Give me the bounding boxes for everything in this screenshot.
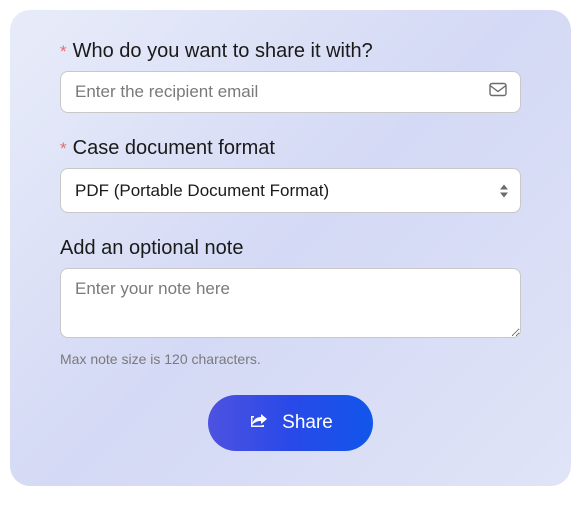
recipient-group: * Who do you want to share it with? (60, 40, 521, 113)
share-button-label: Share (282, 412, 333, 434)
note-helper-text: Max note size is 120 characters. (60, 351, 521, 367)
format-group: * Case document format PDF (Portable Doc… (60, 137, 521, 213)
share-form-card: * Who do you want to share it with? * Ca… (10, 10, 571, 486)
recipient-input-wrapper (60, 71, 521, 113)
recipient-email-input[interactable] (60, 71, 521, 113)
note-label: Add an optional note (60, 237, 244, 260)
share-button[interactable]: Share (208, 395, 373, 451)
button-row: Share (60, 395, 521, 451)
note-group: Add an optional note Max note size is 12… (60, 237, 521, 367)
note-textarea[interactable] (60, 268, 521, 338)
format-label: Case document format (73, 137, 275, 160)
recipient-label: Who do you want to share it with? (73, 40, 373, 63)
format-select[interactable]: PDF (Portable Document Format) (60, 168, 521, 213)
format-select-wrapper: PDF (Portable Document Format) (60, 168, 521, 213)
note-label-row: Add an optional note (60, 237, 521, 260)
required-marker: * (60, 139, 67, 159)
required-marker: * (60, 42, 67, 62)
format-label-row: * Case document format (60, 137, 521, 160)
share-icon (248, 411, 268, 435)
recipient-label-row: * Who do you want to share it with? (60, 40, 521, 63)
